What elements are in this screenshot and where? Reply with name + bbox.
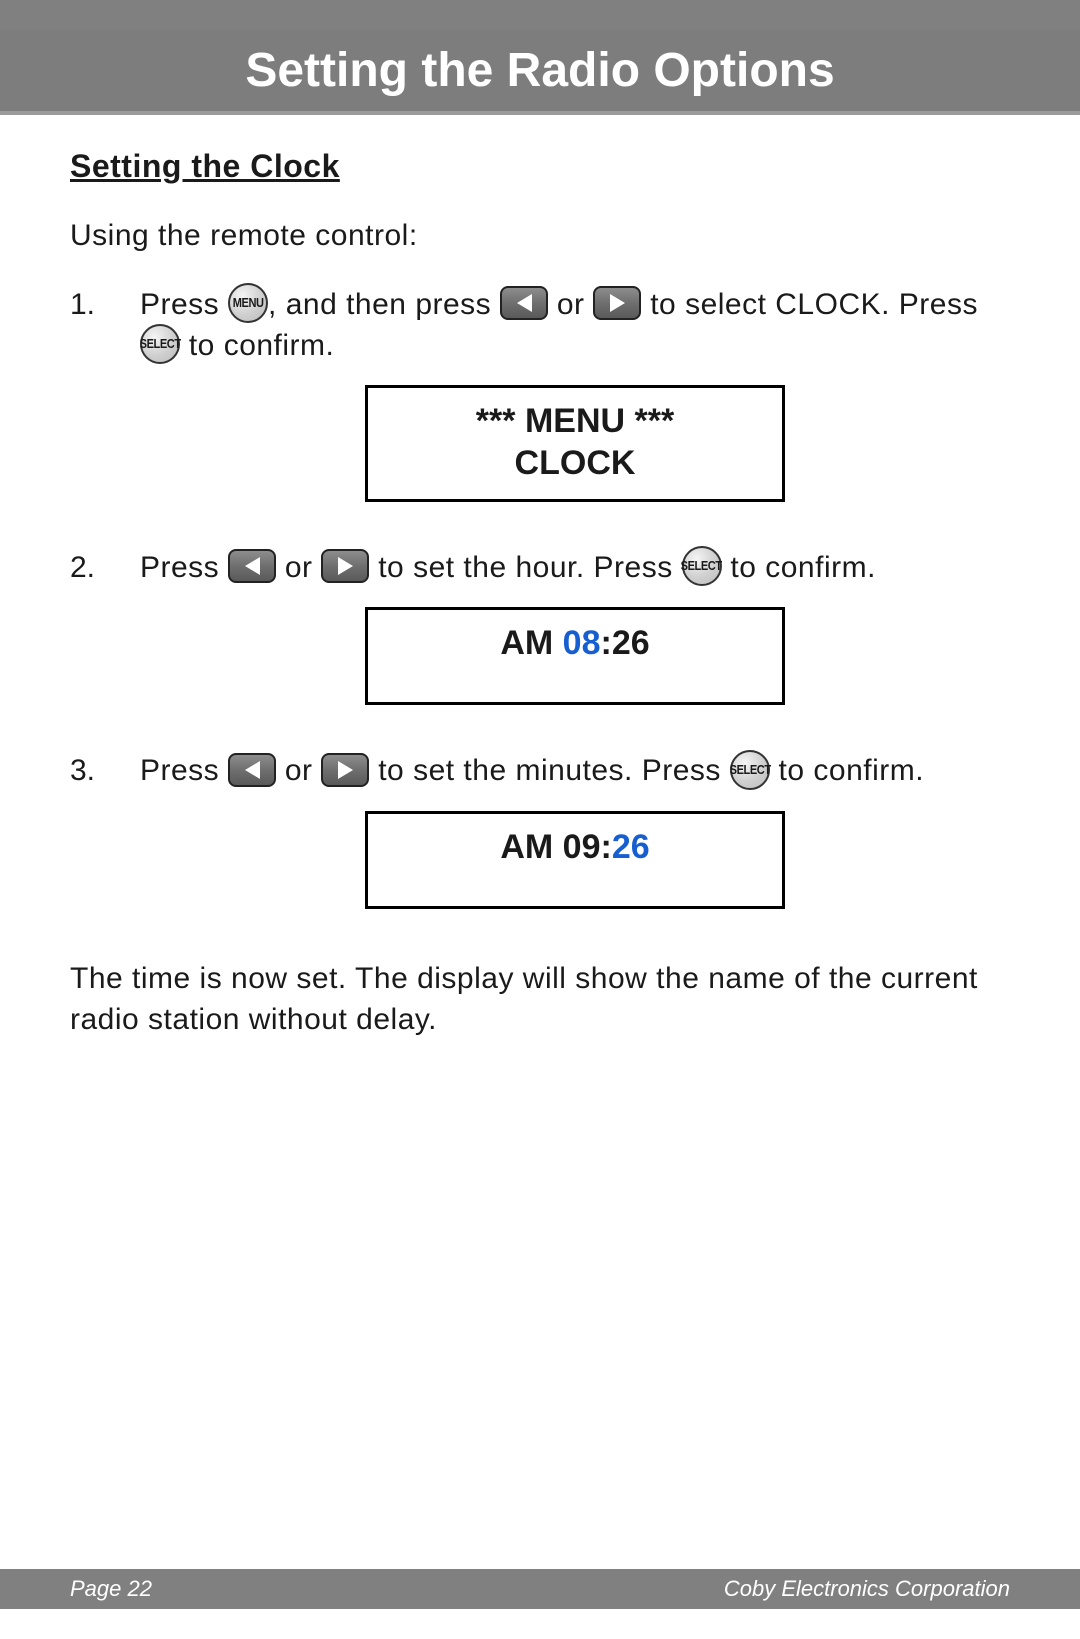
closing-text: The time is now set. The display will sh… [70, 959, 1010, 1040]
select-button-icon: SELECT [682, 546, 722, 586]
lcd-display-menu: *** MENU *** CLOCK [365, 385, 785, 502]
left-arrow-icon [228, 549, 276, 583]
lcd-display-minute: AM 09:26 [365, 811, 785, 910]
content-area: Setting the Clock Using the remote contr… [0, 115, 1080, 1040]
left-arrow-icon [228, 753, 276, 787]
right-arrow-icon [321, 753, 369, 787]
step-number: 1. [70, 285, 140, 532]
page-title: Setting the Radio Options [245, 43, 834, 98]
step-1: 1. Press MENU, and then press or to sele… [70, 285, 1010, 532]
display-hour: 09 [563, 828, 601, 866]
step-number: 2. [70, 548, 140, 736]
display-ampm: AM [500, 624, 562, 662]
left-arrow-icon [500, 286, 548, 320]
menu-button-icon: MENU [228, 283, 268, 323]
top-decorative-bar [0, 0, 1080, 30]
steps-list: 1. Press MENU, and then press or to sele… [70, 285, 1010, 939]
display-ampm: AM [500, 828, 562, 866]
step-1-text: Press MENU, and then press or to select … [140, 285, 1010, 367]
step-3: 3. Press or to set the minutes. Press SE… [70, 751, 1010, 939]
display-separator: : [601, 828, 612, 866]
section-heading: Setting the Clock [70, 145, 1010, 188]
step-body: Press or to set the hour. Press SELECT t… [140, 548, 1010, 736]
display-line-2: CLOCK [378, 442, 772, 485]
right-arrow-icon [321, 549, 369, 583]
display-minute-highlighted: 26 [612, 828, 650, 866]
display-separator: : [601, 624, 612, 662]
display-minute: 26 [612, 624, 650, 662]
step-body: Press or to set the minutes. Press SELEC… [140, 751, 1010, 939]
right-arrow-icon [593, 286, 641, 320]
display-line-1: *** MENU *** [378, 400, 772, 443]
select-button-icon: SELECT [140, 324, 180, 364]
step-2: 2. Press or to set the hour. Press SELEC… [70, 548, 1010, 736]
intro-text: Using the remote control: [70, 216, 1010, 257]
display-hour-highlighted: 08 [563, 624, 601, 662]
lcd-display-hour: AM 08:26 [365, 607, 785, 706]
step-body: Press MENU, and then press or to select … [140, 285, 1010, 532]
step-number: 3. [70, 751, 140, 939]
footer-bar: Page 22 Coby Electronics Corporation [0, 1569, 1080, 1609]
footer-company: Coby Electronics Corporation [724, 1576, 1010, 1602]
select-button-icon: SELECT [730, 750, 770, 790]
step-3-text: Press or to set the minutes. Press SELEC… [140, 751, 1010, 792]
page-header: Setting the Radio Options [0, 30, 1080, 115]
footer-page-number: Page 22 [70, 1576, 152, 1602]
step-2-text: Press or to set the hour. Press SELECT t… [140, 548, 1010, 589]
